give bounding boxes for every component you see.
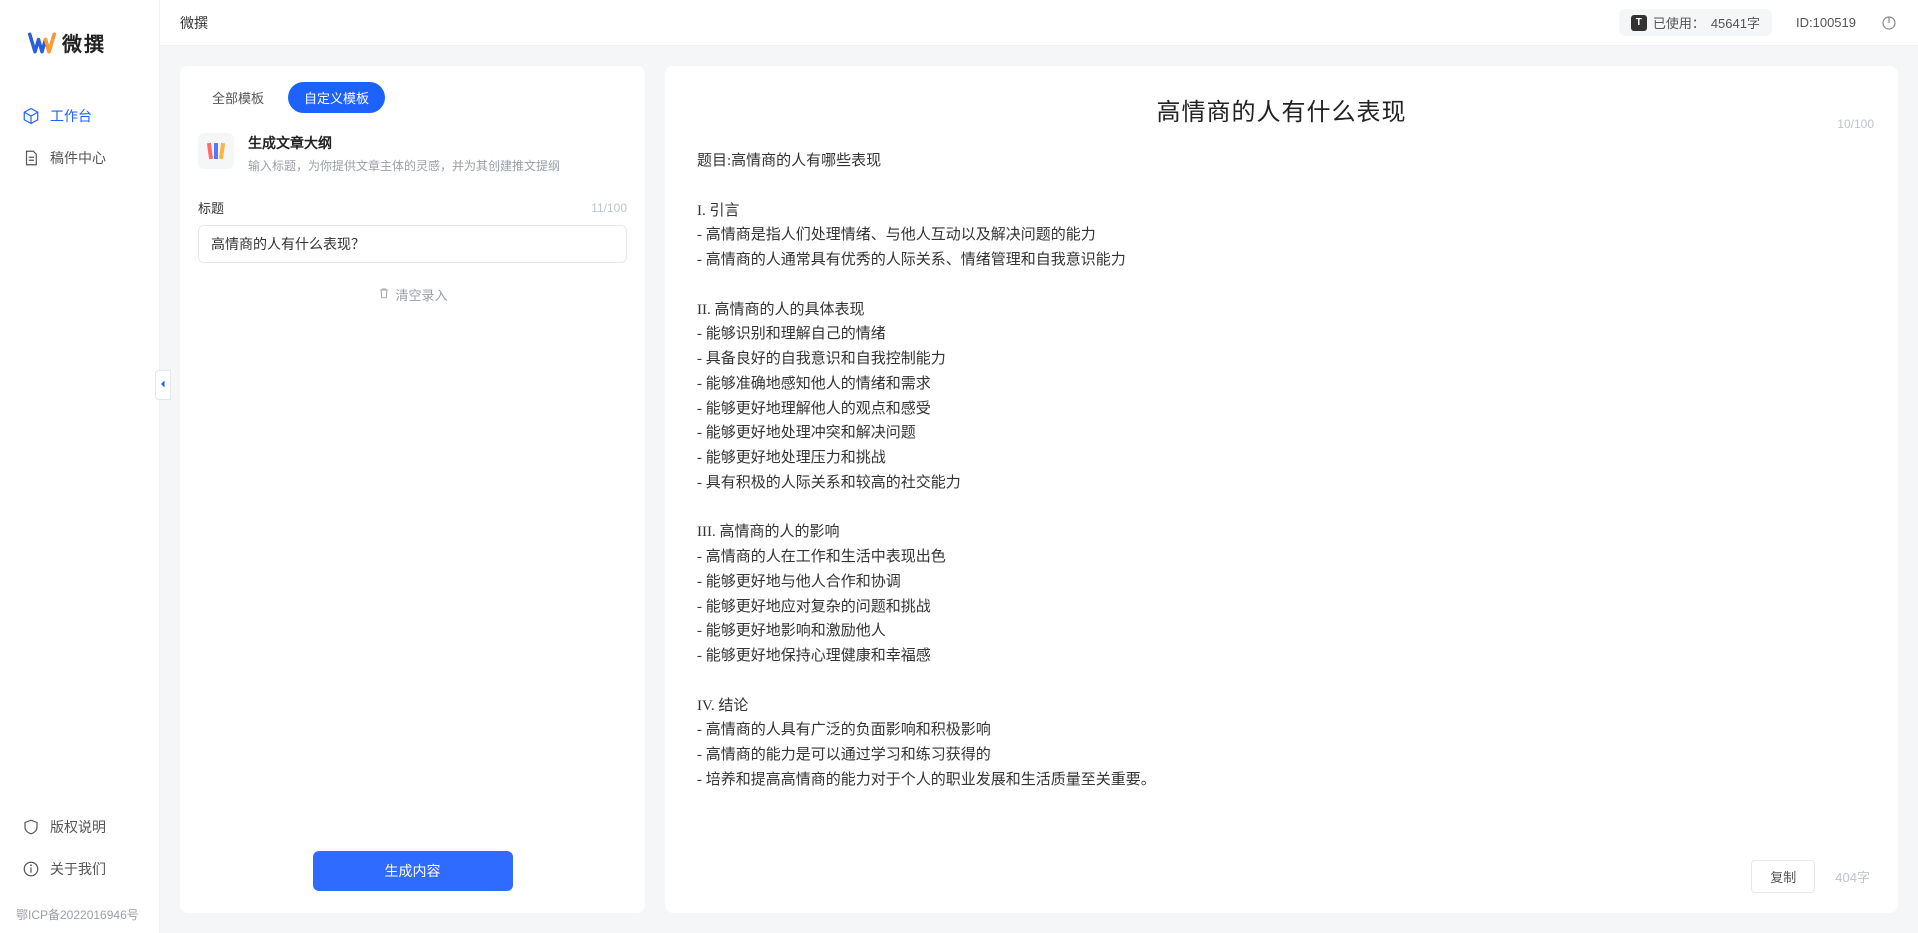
title-field: 标题 11/100 <box>180 192 645 263</box>
field-char-count: 11/100 <box>591 201 627 215</box>
clear-input-button[interactable]: 清空录入 <box>180 263 645 326</box>
output-title: 高情商的人有什么表现 <box>689 92 1874 127</box>
template-info: 生成文章大纲 输入标题，为你提供文章主体的灵感，并为其创建推文提纲 <box>248 133 560 174</box>
output-header: 高情商的人有什么表现 10/100 <box>665 66 1898 133</box>
usage-label: 已使用： <box>1653 13 1705 32</box>
main-nav: 工作台 稿件中心 <box>0 97 159 808</box>
template-title: 生成文章大纲 <box>248 133 560 153</box>
input-panel: 全部模板 自定义模板 生成文章大纲 输入标题，为你提供文章主体的灵感，并为其创建… <box>180 66 645 913</box>
nav-copyright-label: 版权说明 <box>50 817 106 837</box>
sidebar: 微撰 工作台 稿件中心 <box>0 0 160 933</box>
user-id: ID:100519 <box>1796 15 1856 30</box>
trash-icon <box>377 286 391 303</box>
nav-about-label: 关于我们 <box>50 859 106 879</box>
usage-value: 45641字 <box>1711 13 1760 32</box>
usage-pill[interactable]: T 已使用： 45641字 <box>1619 9 1772 36</box>
main: 微撰 T 已使用： 45641字 ID:100519 全部模板 <box>160 0 1918 933</box>
content: 全部模板 自定义模板 生成文章大纲 输入标题，为你提供文章主体的灵感，并为其创建… <box>160 46 1918 933</box>
books-icon <box>198 133 234 169</box>
field-label: 标题 <box>198 198 224 217</box>
output-title-count: 10/100 <box>1837 117 1874 131</box>
power-icon[interactable] <box>1880 14 1898 32</box>
output-word-count: 404字 <box>1835 867 1870 886</box>
nav-copyright[interactable]: 版权说明 <box>10 808 149 846</box>
logo-icon <box>28 29 56 57</box>
copy-button[interactable]: 复制 <box>1751 860 1815 893</box>
output-panel: 高情商的人有什么表现 10/100 题目:高情商的人有哪些表现 I. 引言 - … <box>665 66 1898 913</box>
text-badge-icon: T <box>1631 15 1647 31</box>
nav-drafts-label: 稿件中心 <box>50 148 106 168</box>
nav-drafts[interactable]: 稿件中心 <box>10 139 149 177</box>
cube-icon <box>22 107 40 125</box>
clear-input-label: 清空录入 <box>395 285 447 304</box>
brand-logo: 微撰 <box>0 0 159 97</box>
output-body[interactable]: 题目:高情商的人有哪些表现 I. 引言 - 高情商是指人们处理情绪、与他人互动以… <box>665 133 1898 846</box>
template-desc: 输入标题，为你提供文章主体的灵感，并为其创建推文提纲 <box>248 157 560 174</box>
brand-name: 微撰 <box>62 28 106 57</box>
output-footer: 复制 404字 <box>665 846 1898 913</box>
generate-button[interactable]: 生成内容 <box>313 851 513 891</box>
bottom-nav: 版权说明 关于我们 <box>0 808 159 900</box>
tab-all-templates[interactable]: 全部模板 <box>196 82 280 113</box>
nav-workspace-label: 工作台 <box>50 106 92 126</box>
template-card: 生成文章大纲 输入标题，为你提供文章主体的灵感，并为其创建推文提纲 <box>180 123 645 192</box>
topbar: 微撰 T 已使用： 45641字 ID:100519 <box>160 0 1918 46</box>
nav-about[interactable]: 关于我们 <box>10 850 149 888</box>
page-title: 微撰 <box>180 13 208 33</box>
tab-custom-templates[interactable]: 自定义模板 <box>288 82 385 113</box>
icp-note: 鄂ICP备2022016946号 <box>0 900 159 933</box>
document-icon <box>22 149 40 167</box>
collapse-sidebar-button[interactable] <box>155 370 171 400</box>
info-icon <box>22 860 40 878</box>
topbar-right: T 已使用： 45641字 ID:100519 <box>1619 9 1898 36</box>
shield-icon <box>22 818 40 836</box>
template-tabs: 全部模板 自定义模板 <box>180 66 645 123</box>
title-input[interactable] <box>198 225 627 263</box>
chevron-left-icon <box>157 377 169 393</box>
nav-workspace[interactable]: 工作台 <box>10 97 149 135</box>
